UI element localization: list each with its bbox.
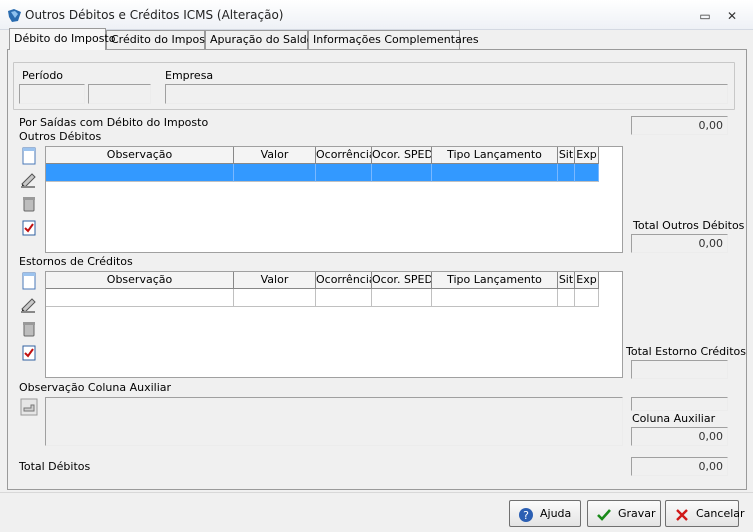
window-title: Outros Débitos e Créditos ICMS (Alteraçã… xyxy=(25,8,284,22)
total-estorno-creditos-field xyxy=(631,360,728,379)
col-ocorrencia[interactable]: Ocorrência xyxy=(316,272,372,289)
total-estorno-creditos-label: Total Estorno Créditos xyxy=(626,345,746,358)
periodo-label: Período xyxy=(22,69,64,82)
cell[interactable] xyxy=(46,164,234,182)
col-tipo-lancamento[interactable]: Tipo Lançamento xyxy=(432,272,558,289)
ajuda-label: Ajuda xyxy=(540,507,572,520)
cell[interactable] xyxy=(575,164,599,182)
minimize-button[interactable]: ▭ xyxy=(697,9,713,23)
total-debitos-label: Total Débitos xyxy=(19,460,91,473)
col-sit[interactable]: Sit xyxy=(558,272,575,289)
cell[interactable] xyxy=(372,164,432,182)
observacao-coluna-auxiliar-label: Observação Coluna Auxiliar xyxy=(19,381,172,394)
observacao-memo[interactable] xyxy=(45,397,623,446)
periodo-start-field[interactable] xyxy=(19,84,85,104)
col-ocor-sped[interactable]: Ocor. SPED xyxy=(372,272,432,289)
help-icon: ? xyxy=(518,507,534,523)
cell[interactable] xyxy=(432,164,558,182)
gravar-label: Gravar xyxy=(618,507,656,520)
estornos-grid[interactable]: Observação Valor Ocorrência Ocor. SPED T… xyxy=(45,271,623,378)
cancel-x-icon xyxy=(674,507,690,523)
tab-informacoes-complementares[interactable]: Informações Complementares xyxy=(308,30,479,49)
total-outros-debitos-field: 0,00 xyxy=(631,234,728,253)
cell[interactable] xyxy=(372,289,432,307)
new-record-icon[interactable] xyxy=(19,271,39,291)
svg-text:?: ? xyxy=(523,509,529,522)
new-record-icon[interactable] xyxy=(19,146,39,166)
empresa-field[interactable] xyxy=(165,84,728,104)
col-valor[interactable]: Valor xyxy=(234,272,316,289)
cell[interactable] xyxy=(316,289,372,307)
tab-debito-do-imposto[interactable]: Débito do Imposto xyxy=(9,28,115,50)
ajuda-button[interactable]: ? Ajuda xyxy=(509,500,581,527)
check-record-icon[interactable] xyxy=(19,218,39,238)
outros-debitos-label: Outros Débitos xyxy=(19,130,102,143)
col-exp[interactable]: Exp xyxy=(575,272,599,289)
section-title: Por Saídas com Débito do Imposto xyxy=(19,116,209,129)
cell[interactable] xyxy=(234,289,316,307)
col-valor[interactable]: Valor xyxy=(234,147,316,164)
coluna-auxiliar-label: Coluna Auxiliar xyxy=(632,412,716,425)
gravar-button[interactable]: Gravar xyxy=(587,500,661,527)
tab-label: Débito do Imposto xyxy=(14,32,116,45)
total-outros-debitos-label: Total Outros Débitos xyxy=(633,219,745,232)
periodo-end-field[interactable] xyxy=(88,84,151,104)
tab-credito-do-imposto[interactable]: Crédito do Imposto xyxy=(106,30,216,49)
estornos-label: Estornos de Créditos xyxy=(19,255,133,268)
tab-label: Apuração do Saldo xyxy=(210,33,314,46)
delete-record-icon[interactable] xyxy=(19,319,39,339)
coluna-auxiliar-top-field xyxy=(631,397,728,411)
check-record-icon[interactable] xyxy=(19,343,39,363)
edit-record-icon[interactable] xyxy=(19,170,39,190)
coluna-auxiliar-field: 0,00 xyxy=(631,427,728,446)
tab-label: Informações Complementares xyxy=(313,33,479,46)
col-exp[interactable]: Exp xyxy=(575,147,599,164)
col-tipo-lancamento[interactable]: Tipo Lançamento xyxy=(432,147,558,164)
app-icon xyxy=(6,8,23,23)
delete-record-icon[interactable] xyxy=(19,194,39,214)
cell[interactable] xyxy=(432,289,558,307)
cancelar-label: Cancelar xyxy=(696,507,745,520)
col-observacao[interactable]: Observação xyxy=(46,272,234,289)
col-sit[interactable]: Sit xyxy=(558,147,575,164)
tab-label: Crédito do Imposto xyxy=(111,33,216,46)
section-total-field: 0,00 xyxy=(631,116,728,135)
empresa-label: Empresa xyxy=(165,69,214,82)
hand-pointer-icon[interactable] xyxy=(19,397,39,417)
tab-apuracao-do-saldo[interactable]: Apuração do Saldo xyxy=(205,30,313,49)
cell[interactable] xyxy=(234,164,316,182)
edit-record-icon[interactable] xyxy=(19,295,39,315)
close-button[interactable]: ✕ xyxy=(724,9,740,23)
outros-debitos-grid[interactable]: Observação Valor Ocorrência Ocor. SPED T… xyxy=(45,146,623,253)
cell[interactable] xyxy=(558,289,575,307)
total-debitos-field: 0,00 xyxy=(631,457,728,476)
cell[interactable] xyxy=(316,164,372,182)
cancelar-button[interactable]: Cancelar xyxy=(665,500,745,527)
col-ocorrencia[interactable]: Ocorrência xyxy=(316,147,372,164)
cell[interactable] xyxy=(575,289,599,307)
cell[interactable] xyxy=(46,289,234,307)
col-observacao[interactable]: Observação xyxy=(46,147,234,164)
col-ocor-sped[interactable]: Ocor. SPED xyxy=(372,147,432,164)
checkmark-icon xyxy=(596,507,612,523)
cell[interactable] xyxy=(558,164,575,182)
